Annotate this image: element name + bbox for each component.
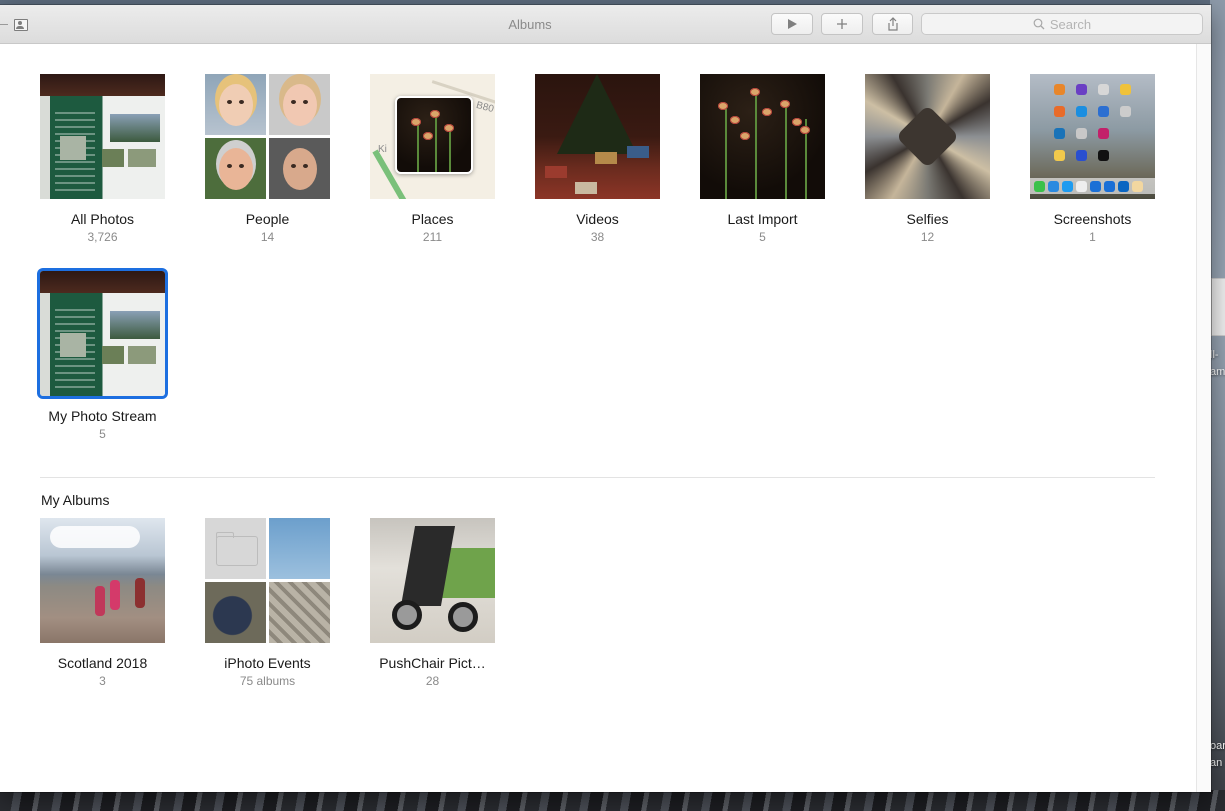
album-name: People (245, 211, 290, 227)
album-count: 1 (1089, 230, 1096, 244)
album-name: My Photo Stream (48, 408, 157, 424)
album-count: 12 (920, 230, 935, 244)
desktop-label-fragment: an (1210, 757, 1223, 769)
album-thumbnail[interactable] (535, 74, 660, 199)
sidebar-toggle-icon[interactable] (14, 19, 28, 31)
album-count: 75 albums (239, 674, 296, 688)
album-screenshots[interactable]: Screenshots 1 (1030, 74, 1155, 244)
album-places[interactable]: Ki B80 Places 211 (370, 74, 495, 244)
album-count: 14 (260, 230, 275, 244)
album-count: 28 (425, 674, 440, 688)
toolbar: Albums Search (0, 5, 1211, 44)
album-thumbnail[interactable] (700, 74, 825, 199)
my-albums-heading: My Albums (41, 492, 110, 508)
desktop-label-fragment: ll- (1210, 349, 1219, 361)
album-videos[interactable]: Videos 38 (535, 74, 660, 244)
window-control-fragment[interactable] (0, 24, 8, 25)
window-title: Albums (508, 17, 552, 32)
album-thumbnail[interactable] (40, 518, 165, 643)
add-button[interactable] (821, 13, 863, 35)
album-scotland-2018[interactable]: Scotland 2018 3 (40, 518, 165, 688)
album-iphoto-events[interactable]: iPhoto Events 75 albums (205, 518, 330, 688)
album-name: Scotland 2018 (57, 655, 148, 671)
share-icon (887, 17, 898, 31)
album-people[interactable]: People 14 (205, 74, 330, 244)
map-label: Ki (378, 144, 387, 155)
play-icon (788, 19, 797, 29)
desktop-background (1210, 0, 1225, 811)
album-count: 5 (759, 230, 766, 244)
album-thumbnail[interactable] (205, 74, 330, 199)
album-name: Videos (576, 211, 619, 227)
album-thumbnail[interactable] (40, 74, 165, 199)
album-count: 3,726 (87, 230, 118, 244)
album-thumbnail[interactable] (1030, 74, 1155, 199)
album-count: 5 (99, 427, 106, 441)
album-thumbnail[interactable]: Ki B80 (370, 74, 495, 199)
desktop-label-fragment: am (1210, 366, 1225, 378)
search-placeholder: Search (1049, 16, 1092, 32)
desktop-file-icon[interactable] (1211, 278, 1225, 336)
album-name: Places (411, 211, 454, 227)
album-thumbnail[interactable] (205, 518, 330, 643)
share-button[interactable] (872, 13, 913, 35)
album-name: Selfies (906, 211, 949, 227)
photos-window: Albums Search All Photos 3,726 People 14… (0, 5, 1211, 792)
album-count: 211 (422, 230, 443, 244)
album-my-photo-stream[interactable]: My Photo Stream 5 (40, 271, 165, 441)
album-thumbnail[interactable] (370, 518, 495, 643)
slideshow-button[interactable] (771, 13, 813, 35)
album-name: iPhoto Events (224, 655, 311, 671)
folder-icon (205, 518, 266, 579)
vertical-scrollbar[interactable] (1196, 44, 1211, 792)
desktop-landscape (0, 790, 1225, 811)
album-last-import[interactable]: Last Import 5 (700, 74, 825, 244)
album-all-photos[interactable]: All Photos 3,726 (40, 74, 165, 244)
album-name: Last Import (727, 211, 798, 227)
album-thumbnail[interactable] (40, 271, 165, 396)
album-count: 3 (99, 674, 106, 688)
album-count: 38 (590, 230, 605, 244)
search-icon (1033, 18, 1045, 30)
album-pushchair-pictures[interactable]: PushChair Pict… 28 (370, 518, 495, 688)
album-name: All Photos (70, 211, 135, 227)
album-thumbnail[interactable] (865, 74, 990, 199)
section-divider (40, 477, 1155, 478)
desktop-label-fragment: oar (1210, 740, 1225, 752)
map-thumbnail: Ki B80 (370, 74, 495, 199)
albums-content: All Photos 3,726 People 14 Ki B80 Places… (0, 44, 1196, 792)
search-input[interactable]: Search (921, 13, 1203, 35)
album-name: Screenshots (1053, 211, 1132, 227)
album-selfies[interactable]: Selfies 12 (865, 74, 990, 244)
plus-icon (837, 19, 847, 29)
album-name: PushChair Pict… (379, 655, 486, 671)
